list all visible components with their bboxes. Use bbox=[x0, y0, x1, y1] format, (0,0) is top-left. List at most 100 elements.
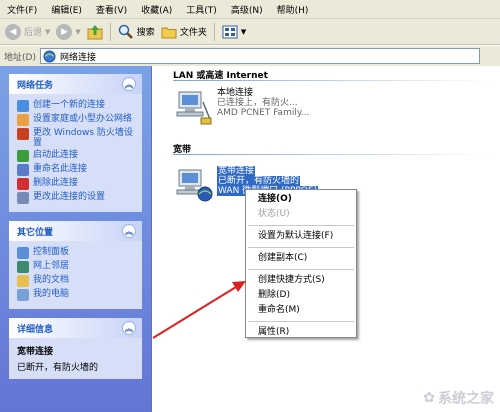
control-panel-icon bbox=[17, 247, 29, 259]
task-firewall-settings[interactable]: 更改 Windows 防火墙设置 bbox=[17, 128, 137, 148]
views-button[interactable]: ▼ bbox=[219, 21, 249, 43]
toolbar-separator bbox=[213, 22, 215, 41]
menu-tools[interactable]: 工具(T) bbox=[179, 3, 224, 16]
group-divider bbox=[173, 154, 493, 155]
context-menu: 连接(O) 状态(U) 设置为默认连接(F) 创建副本(C) 创建快捷方式(S)… bbox=[245, 189, 357, 338]
place-control-panel[interactable]: 控制面板 bbox=[17, 247, 137, 259]
menu-delete[interactable]: 删除(D) bbox=[246, 288, 356, 303]
new-connection-icon bbox=[17, 100, 29, 112]
collapse-icon[interactable]: ︽ bbox=[122, 77, 136, 91]
watermark-text: 系统之家 bbox=[438, 391, 494, 407]
collapse-icon[interactable]: ︽ bbox=[122, 224, 136, 238]
connection-device: AMD PCNET Family... bbox=[217, 108, 310, 118]
menu-bar: 文件(F) 编辑(E) 查看(V) 收藏(A) 工具(T) 高级(N) 帮助(H… bbox=[0, 0, 500, 19]
collapse-icon[interactable]: ︽ bbox=[122, 321, 136, 335]
menu-file[interactable]: 文件(F) bbox=[0, 3, 44, 16]
address-input[interactable]: 网络连接 bbox=[39, 48, 480, 64]
task-label: 设置家庭或小型办公网络 bbox=[33, 114, 133, 124]
search-button[interactable]: 搜索 bbox=[115, 21, 158, 43]
menu-set-default[interactable]: 设置为默认连接(F) bbox=[246, 229, 356, 244]
menu-connect[interactable]: 连接(O) bbox=[246, 192, 356, 207]
menu-edit[interactable]: 编辑(E) bbox=[44, 3, 89, 16]
menu-separator bbox=[248, 225, 354, 226]
panel-title: 详细信息 bbox=[17, 324, 54, 335]
search-label: 搜索 bbox=[136, 28, 155, 38]
network-tasks-header[interactable]: 网络任务 ︽ bbox=[9, 74, 142, 94]
panel-title: 其它位置 bbox=[17, 227, 54, 238]
task-pane: 网络任务 ︽ 创建一个新的连接 设置家庭或小型办公网络 更改 Windows 防… bbox=[0, 66, 152, 412]
task-rename-connection[interactable]: 重命名此连接 bbox=[17, 164, 137, 176]
my-documents-icon bbox=[17, 275, 29, 287]
task-label: 更改 Windows 防火墙设置 bbox=[33, 128, 133, 148]
details-name: 宽带连接 bbox=[17, 347, 54, 357]
place-label: 我的文档 bbox=[33, 275, 70, 285]
place-label: 控制面板 bbox=[33, 247, 70, 257]
toolbar-separator bbox=[109, 22, 111, 41]
back-arrow-icon: ◀ bbox=[5, 23, 21, 40]
views-icon bbox=[222, 25, 238, 38]
settings-icon bbox=[17, 192, 29, 204]
menu-create-shortcut[interactable]: 创建快捷方式(S) bbox=[246, 273, 356, 288]
details-panel: 详细信息 ︽ 宽带连接 已断开，有防火墙的 bbox=[9, 318, 142, 379]
task-setup-home-network[interactable]: 设置家庭或小型办公网络 bbox=[17, 114, 137, 126]
place-my-documents[interactable]: 我的文档 bbox=[17, 275, 137, 287]
menu-favorites[interactable]: 收藏(A) bbox=[134, 3, 179, 16]
network-tasks-panel: 网络任务 ︽ 创建一个新的连接 设置家庭或小型办公网络 更改 Windows 防… bbox=[9, 74, 142, 212]
folders-label: 文件夹 bbox=[179, 28, 207, 38]
details-status: 已断开，有防火墙的 bbox=[17, 363, 99, 373]
task-change-settings[interactable]: 更改此连接的设置 bbox=[17, 192, 137, 204]
task-start-connection[interactable]: 启动此连接 bbox=[17, 150, 137, 162]
other-places-panel: 其它位置 ︽ 控制面板 网上邻居 我的文档 我的电脑 bbox=[9, 221, 142, 309]
place-my-computer[interactable]: 我的电脑 bbox=[17, 289, 137, 301]
place-label: 网上邻居 bbox=[33, 261, 70, 271]
watermark: ✿ 系统之家 bbox=[423, 388, 494, 408]
task-label: 删除此连接 bbox=[33, 178, 79, 188]
network-connections-icon bbox=[43, 50, 56, 62]
menu-advanced[interactable]: 高级(N) bbox=[224, 3, 270, 16]
my-computer-icon bbox=[17, 289, 29, 301]
local-connection-item[interactable]: 本地连接 已连接上，有防火... AMD PCNET Family... bbox=[173, 88, 309, 126]
network-connection-icon bbox=[176, 91, 212, 125]
menu-properties[interactable]: 属性(R) bbox=[246, 325, 356, 340]
task-delete-connection[interactable]: 删除此连接 bbox=[17, 178, 137, 190]
menu-view[interactable]: 查看(V) bbox=[89, 3, 134, 16]
back-button[interactable]: ◀ 后退 ▼ bbox=[2, 21, 53, 43]
menu-status[interactable]: 状态(U) bbox=[246, 207, 356, 222]
address-value: 网络连接 bbox=[59, 52, 96, 63]
broadband-connection-icon bbox=[176, 169, 213, 202]
address-label: 地址(D) bbox=[4, 52, 36, 63]
address-bar: 地址(D) 网络连接 bbox=[0, 46, 500, 66]
connection-name: 宽带连接 bbox=[217, 166, 256, 176]
forward-arrow-icon: ▶ bbox=[56, 23, 73, 40]
delete-icon bbox=[17, 178, 29, 190]
other-places-header[interactable]: 其它位置 ︽ bbox=[9, 221, 142, 241]
rename-icon bbox=[17, 164, 29, 176]
network-places-icon bbox=[17, 261, 29, 273]
menu-separator bbox=[248, 247, 354, 248]
details-header[interactable]: 详细信息 ︽ bbox=[9, 318, 142, 338]
watermark-logo-icon: ✿ bbox=[423, 390, 435, 406]
back-label: 后退 bbox=[24, 28, 43, 38]
place-network-neighborhood[interactable]: 网上邻居 bbox=[17, 261, 137, 273]
firewall-icon bbox=[17, 128, 29, 140]
menu-separator bbox=[248, 269, 354, 270]
panel-title: 网络任务 bbox=[17, 80, 54, 91]
folders-button[interactable]: 文件夹 bbox=[158, 21, 210, 43]
task-label: 启动此连接 bbox=[33, 150, 79, 160]
up-folder-button[interactable] bbox=[84, 21, 106, 43]
menu-help[interactable]: 帮助(H) bbox=[270, 3, 316, 16]
task-label: 创建一个新的连接 bbox=[33, 100, 106, 110]
menu-separator bbox=[248, 321, 354, 322]
menu-rename[interactable]: 重命名(M) bbox=[246, 303, 356, 318]
folder-icon bbox=[161, 27, 177, 38]
task-create-connection[interactable]: 创建一个新的连接 bbox=[17, 100, 137, 112]
task-label: 重命名此连接 bbox=[33, 164, 88, 174]
connection-status: 已连接上，有防火... bbox=[217, 98, 298, 108]
group-divider bbox=[173, 80, 493, 81]
chevron-down-icon: ▼ bbox=[45, 27, 51, 36]
chevron-down-icon: ▼ bbox=[75, 27, 81, 36]
menu-create-copy[interactable]: 创建副本(C) bbox=[246, 251, 356, 266]
forward-button[interactable]: ▶ ▼ bbox=[53, 21, 83, 43]
home-network-icon bbox=[17, 114, 29, 126]
place-label: 我的电脑 bbox=[33, 289, 70, 299]
